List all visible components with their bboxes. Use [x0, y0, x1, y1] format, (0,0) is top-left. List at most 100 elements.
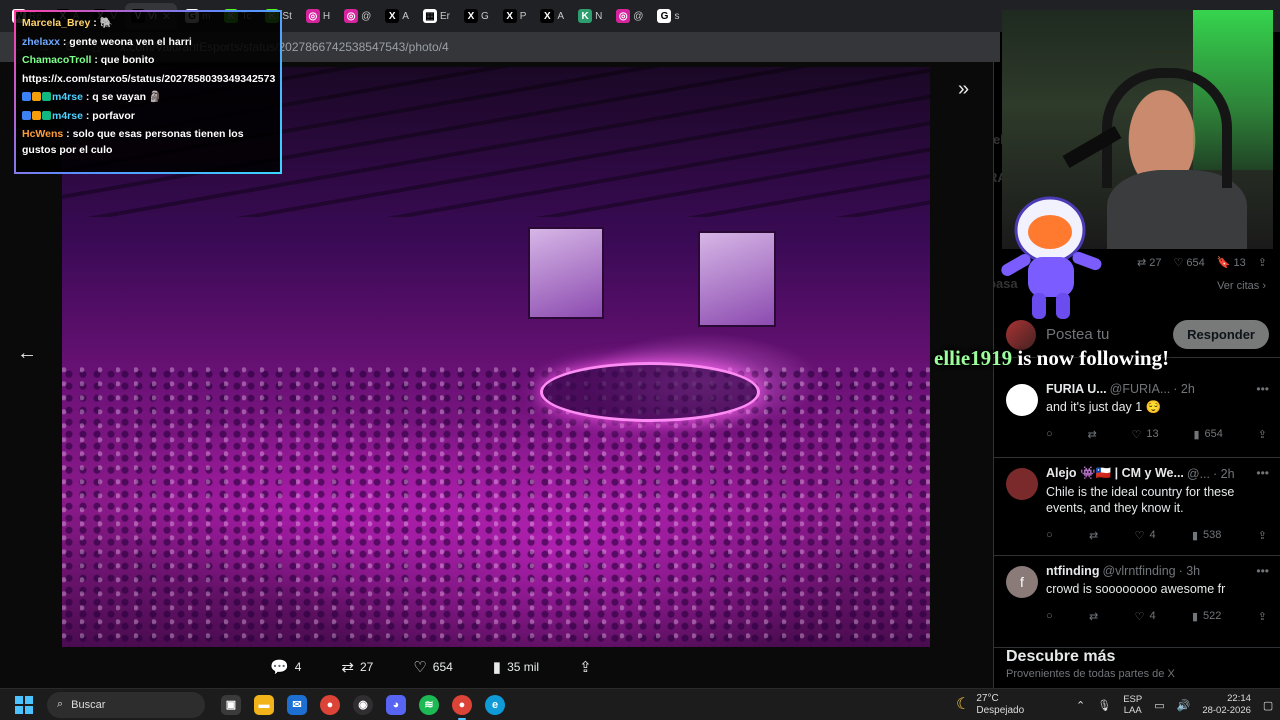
repost-action[interactable]: ⇄ — [1089, 529, 1098, 542]
browser-tab[interactable]: KN — [572, 3, 608, 29]
reply-item[interactable]: ••• FURIA U... @FURIA... · 2h and it's j… — [994, 374, 1280, 458]
browser-tab[interactable]: ◎ @ — [338, 3, 377, 29]
spotify-icon[interactable]: ≋ — [419, 694, 439, 715]
like-action[interactable]: ♡ 13 — [1132, 428, 1159, 441]
browser-tab[interactable]: ▦ Er — [417, 3, 456, 29]
previous-photo-icon[interactable]: ← — [17, 342, 37, 365]
chrome-icon[interactable]: ● — [320, 694, 340, 715]
edge-icon[interactable]: e — [485, 694, 505, 715]
file-explorer-icon[interactable]: ▬ — [254, 694, 274, 715]
network-icon[interactable]: ▭ — [1154, 699, 1164, 712]
tab-favicon-icon: X — [540, 9, 555, 23]
avatar[interactable] — [1006, 384, 1038, 416]
browser-tab[interactable]: XG — [458, 3, 495, 29]
tab-label: St — [282, 10, 292, 22]
tab-favicon-icon: K — [578, 9, 593, 23]
more-options-icon[interactable]: ••• — [1256, 382, 1269, 396]
repost-action[interactable]: ⇄ — [1089, 610, 1098, 623]
chat-text: : 🐘 — [90, 17, 113, 29]
share-icon: ⇪ — [1257, 428, 1267, 441]
discover-title: Descubre más — [1006, 648, 1116, 665]
discord-icon[interactable]: ◕ — [386, 694, 406, 715]
mail-icon[interactable]: ✉ — [287, 694, 307, 715]
tab-label: P — [519, 10, 527, 22]
weather-widget[interactable]: ☾ 27°C Despejado — [956, 689, 1024, 720]
share-action[interactable]: ⇪ — [579, 658, 592, 676]
stream-chat-overlay: Marcela_Brey : 🐘 zhelaxx : gente weona ve… — [14, 10, 282, 174]
tab-favicon-icon: G — [657, 9, 672, 23]
reply-item[interactable]: f ••• ntfinding @vlrntfinding · 3h crowd… — [994, 556, 1280, 648]
reply-author-name[interactable]: Alejo 👾🇨🇱 | CM y We... — [1046, 466, 1184, 481]
repost-icon: ⇄ — [1087, 428, 1097, 441]
reply-author-name[interactable]: ntfinding — [1046, 564, 1099, 578]
share-action[interactable]: ⇪ — [1258, 529, 1267, 542]
taskbar-search[interactable]: ⌕ Buscar — [47, 691, 205, 718]
browser-tab[interactable]: ◎ @ — [610, 3, 649, 29]
reply-input[interactable]: Postea tu — [1046, 326, 1163, 343]
lang-bottom: LAA — [1123, 705, 1142, 716]
microphone-icon[interactable]: 🎙 — [1097, 699, 1111, 712]
expand-panel-icon[interactable]: » — [958, 78, 969, 101]
tab-favicon-icon: ◎ — [305, 9, 320, 23]
reply-item[interactable]: ••• Alejo 👾🇨🇱 | CM y We... @... · 2h Chi… — [994, 458, 1280, 556]
chevron-up-icon[interactable]: ⌃ — [1076, 699, 1085, 712]
more-options-icon[interactable]: ••• — [1256, 466, 1269, 480]
browser-tab[interactable]: XA — [379, 3, 415, 29]
repost-icon: ⇄ — [341, 659, 354, 676]
clock[interactable]: 22:14 28-02-2026 — [1202, 693, 1251, 717]
task-view-icon[interactable]: ▣ — [221, 694, 241, 715]
like-action[interactable]: ♡ 654 — [413, 658, 452, 676]
like-action[interactable]: ♡ 4 — [1135, 610, 1156, 623]
repost-action[interactable]: ⇄ 27 — [341, 658, 373, 676]
reply-button[interactable]: Responder — [1173, 320, 1269, 349]
tab-label: G — [480, 10, 489, 22]
tab-favicon-icon: X — [502, 9, 517, 23]
reply-action[interactable]: ○ — [1046, 529, 1053, 541]
obs-icon[interactable]: ◉ — [353, 694, 373, 715]
share-action[interactable]: ⇪ — [1258, 428, 1267, 441]
chrome-active-icon[interactable]: ● — [452, 694, 472, 720]
views-action[interactable]: ▮ 654 — [1193, 428, 1222, 441]
reply-action[interactable]: ○ — [1046, 428, 1053, 440]
reply-author-name[interactable]: FURIA U... — [1046, 382, 1107, 396]
views-action[interactable]: ▮ 522 — [1192, 610, 1221, 623]
volume-icon[interactable]: 🔊 — [1177, 699, 1191, 712]
views-action[interactable]: ▮ 538 — [1192, 529, 1221, 542]
browser-tab[interactable]: Gs — [651, 3, 685, 29]
analytics-icon: ▮ — [1193, 428, 1200, 441]
browser-tab[interactable]: XA — [534, 3, 570, 29]
share-action[interactable]: ⇪ — [1258, 610, 1267, 623]
tab-label: A — [402, 10, 409, 22]
chat-badge-icon — [32, 92, 41, 102]
language-indicator[interactable]: ESP LAA — [1123, 694, 1142, 716]
stat-bookmarks[interactable]: 🔖 13 — [1217, 256, 1246, 269]
browser-tab[interactable]: XP — [497, 3, 533, 29]
avatar[interactable]: f — [1006, 566, 1038, 598]
lang-top: ESP — [1123, 694, 1143, 705]
stat-reposts[interactable]: ⇄ 27 — [1137, 256, 1162, 269]
more-options-icon[interactable]: ••• — [1256, 564, 1269, 578]
reply-author-handle[interactable]: @... — [1187, 467, 1210, 481]
notification-icon[interactable]: ▢ — [1263, 699, 1273, 712]
moon-icon: ☾ — [956, 696, 971, 713]
like-action[interactable]: ♡ 4 — [1135, 529, 1156, 542]
reply-author-handle[interactable]: @FURIA... — [1110, 382, 1171, 396]
stat-bookmarks-value: 13 — [1233, 256, 1246, 269]
stat-likes[interactable]: ♡ 654 — [1173, 256, 1204, 269]
windows-start-icon[interactable] — [15, 695, 33, 714]
reply-action[interactable]: 💬 4 — [270, 658, 301, 676]
reply-author-handle[interactable]: @vlrntfinding — [1102, 564, 1175, 578]
heart-icon: ♡ — [1134, 529, 1145, 542]
share-icon[interactable]: ⇪ — [1258, 256, 1267, 269]
browser-tab[interactable]: ◎ H — [300, 3, 336, 29]
reply-icon: ○ — [1046, 529, 1053, 541]
tab-label: N — [595, 10, 603, 22]
chat-badge-icon — [42, 110, 51, 120]
views-action[interactable]: ▮ 35 mil — [493, 658, 539, 676]
avatar[interactable] — [1006, 468, 1038, 500]
reply-action[interactable]: ○ — [1046, 610, 1053, 622]
ver-citas-link[interactable]: Ver citas › — [1217, 280, 1266, 292]
chat-badge-icon — [32, 110, 41, 120]
repost-action[interactable]: ⇄ — [1087, 428, 1096, 441]
reply-text: Chile is the ideal country for these eve… — [1046, 485, 1235, 515]
